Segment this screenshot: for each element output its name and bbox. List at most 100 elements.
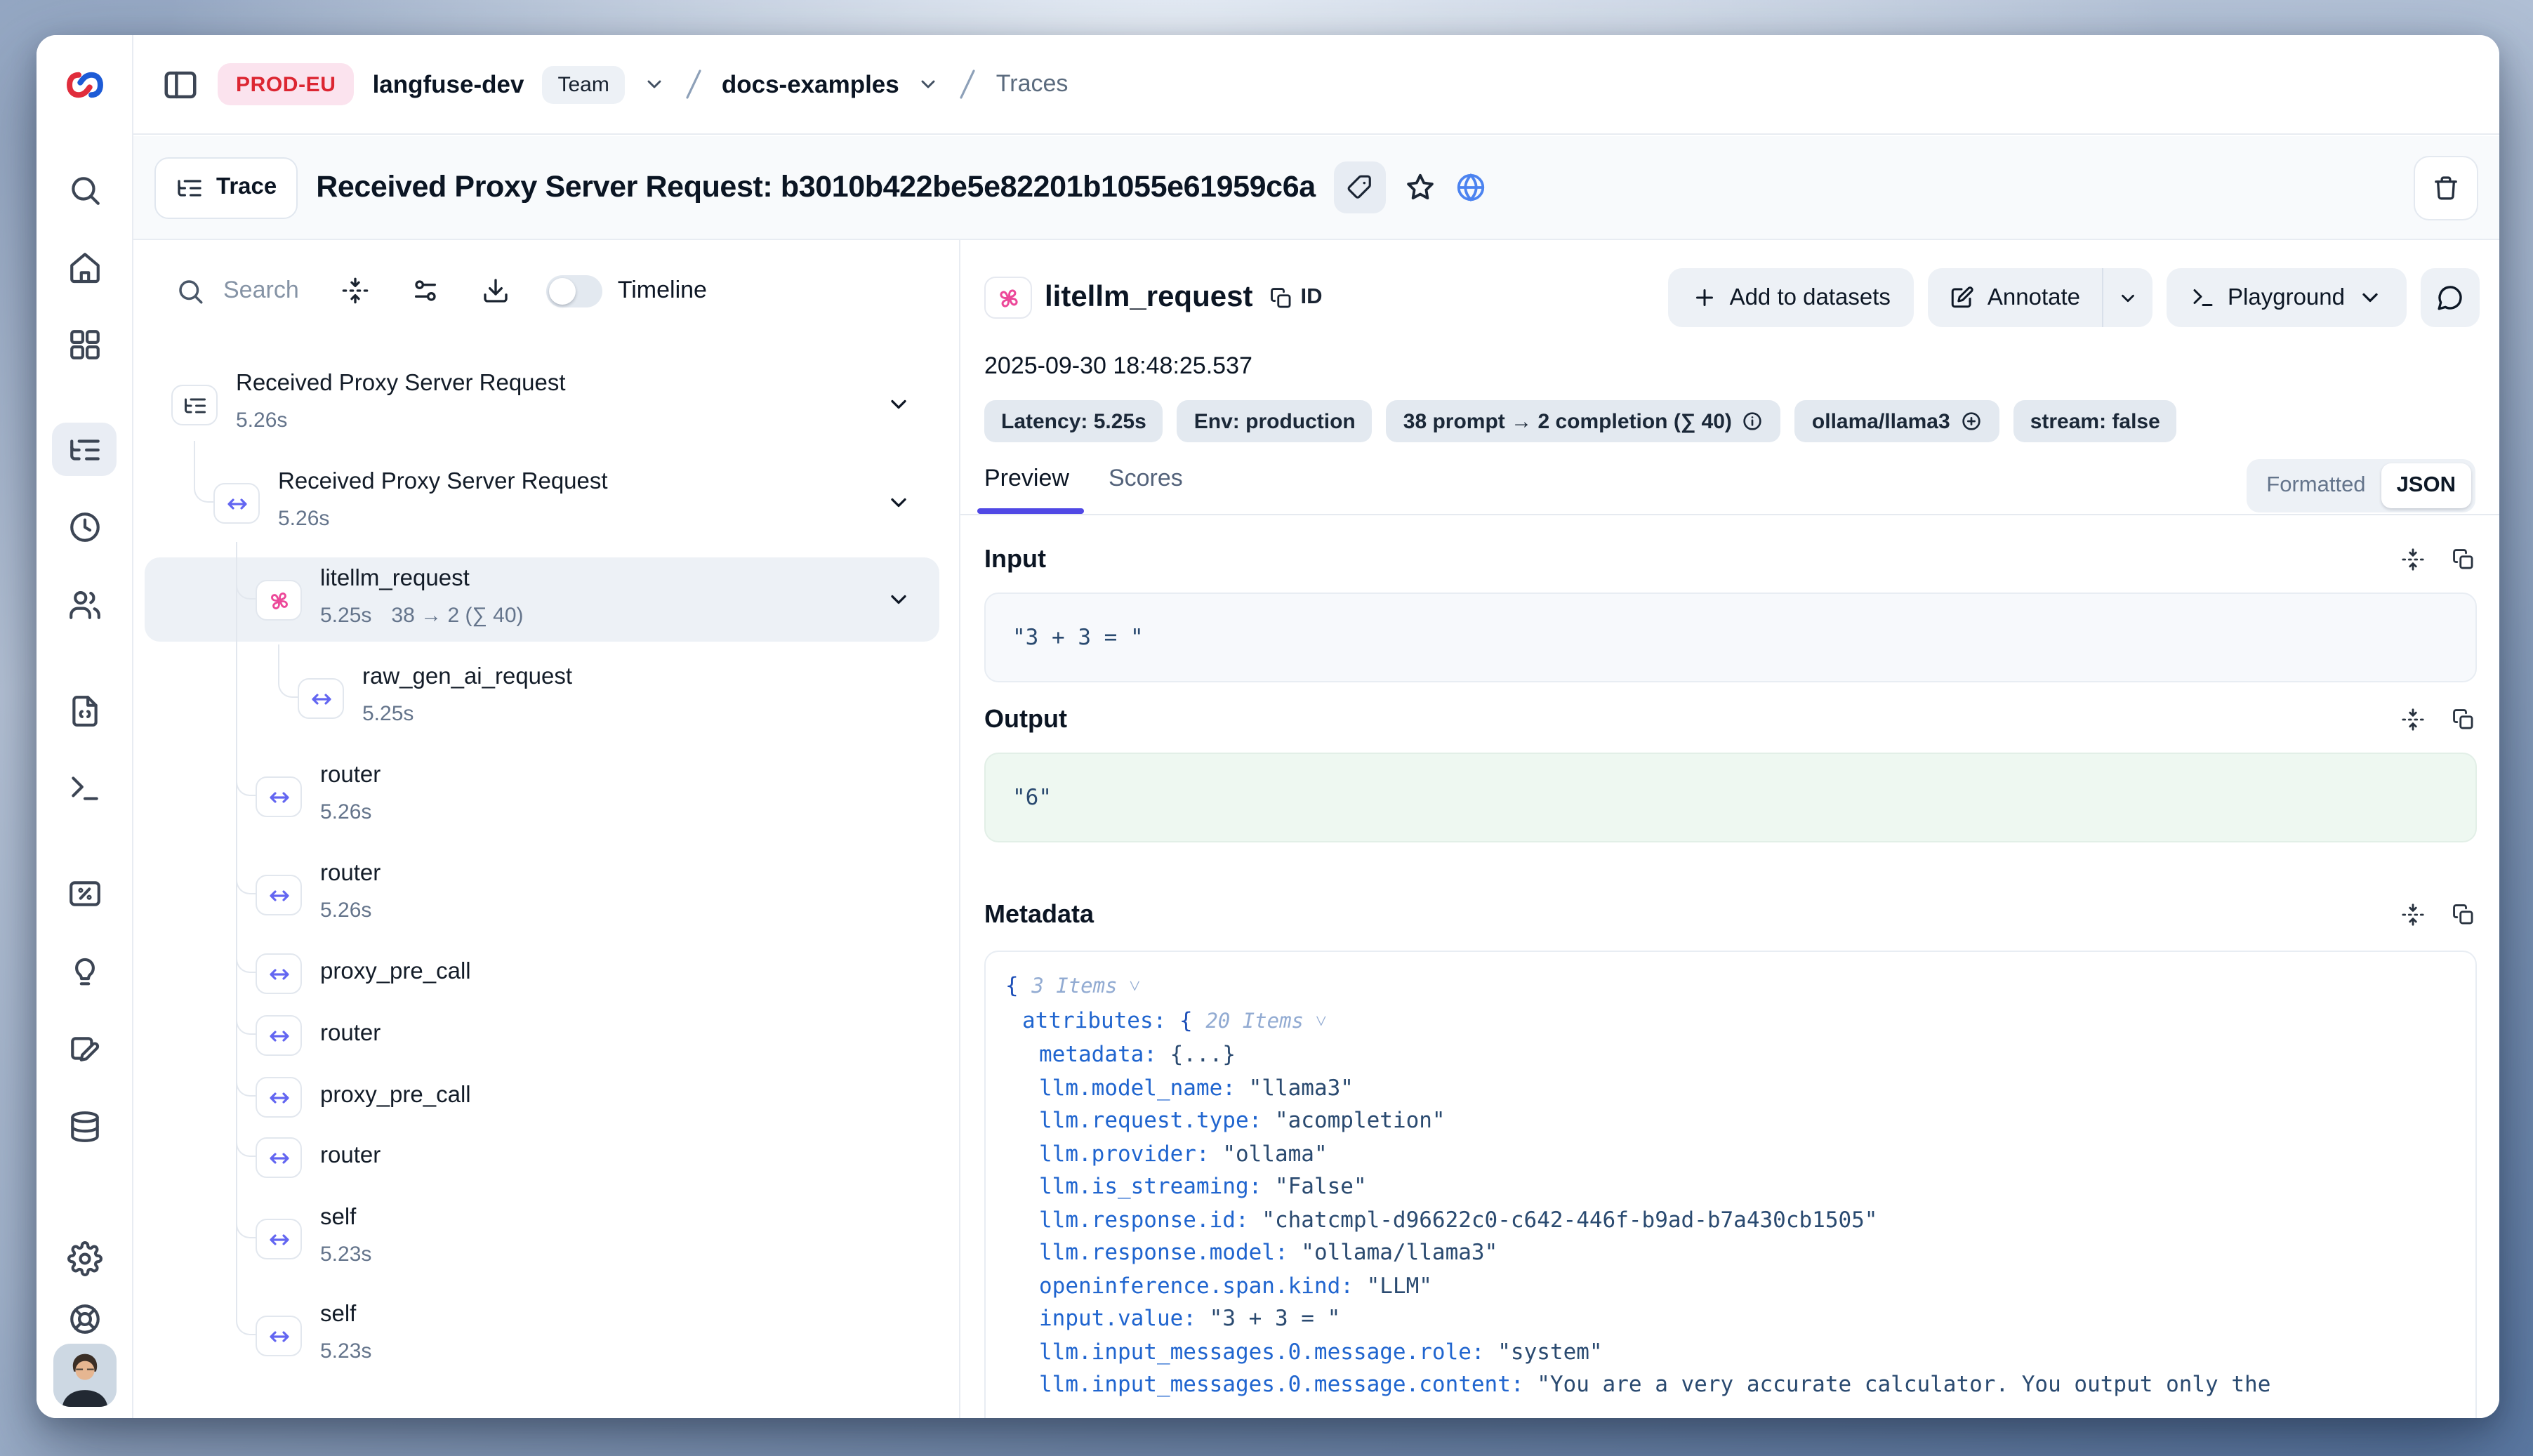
clock-icon <box>67 509 102 544</box>
sidebar-item-file-code[interactable] <box>52 684 117 737</box>
file-code-icon <box>67 693 102 728</box>
sidebar-item-home[interactable] <box>52 240 117 293</box>
copy-icon[interactable] <box>2452 902 2475 926</box>
span-icon <box>256 1077 302 1118</box>
json-line: openinference.span.kind: "LLM" <box>1005 1270 2456 1303</box>
metadata-json-viewer: { 3 Items ˅attributes: { 20 Items ˅metad… <box>984 951 2477 1418</box>
sidebar-item-users[interactable] <box>52 577 117 630</box>
lightbulb-icon <box>67 953 102 988</box>
span-icon <box>256 1316 302 1356</box>
json-line: attributes: { 20 Items ˅ <box>1005 1005 2456 1039</box>
sidebar-item-layout-grid[interactable] <box>52 317 117 371</box>
tags-button[interactable] <box>1334 161 1386 213</box>
span-icon <box>256 875 302 915</box>
tree-node-duration: 5.26s <box>278 507 329 531</box>
org-type-badge: Team <box>542 65 624 103</box>
fold-vertical-icon[interactable] <box>2401 707 2425 731</box>
tree-node-duration: 5.23s <box>320 1243 371 1266</box>
chevron-down-icon[interactable] <box>886 392 911 417</box>
sidebar-item-life-buoy[interactable] <box>52 1292 117 1345</box>
annotate-button[interactable]: Annotate <box>1929 268 2101 327</box>
copy-id-button[interactable]: ID <box>1269 285 1322 310</box>
output-section-header: Output <box>984 701 2475 737</box>
sidebar-toggle-icon[interactable] <box>161 65 199 103</box>
span-icon <box>256 1015 302 1056</box>
globe-icon[interactable] <box>1455 171 1487 204</box>
metric-chip[interactable]: ollama/llama3 <box>1795 400 1999 442</box>
span-icon <box>266 1145 291 1170</box>
annotate-dropdown-button[interactable] <box>2103 268 2152 327</box>
terminal-icon <box>67 770 102 805</box>
copy-icon[interactable] <box>2452 707 2475 731</box>
collapse-node-icon[interactable]: ˅ <box>1304 1010 1327 1033</box>
detail-header: litellm_request ID Add to datasets <box>984 267 2480 329</box>
tree-node-label: litellm_request <box>320 566 470 593</box>
generation-icon <box>256 580 302 621</box>
delete-trace-button[interactable] <box>2414 155 2478 220</box>
tree-node-label: raw_gen_ai_request <box>362 664 572 691</box>
chevron-down-icon <box>2117 287 2138 308</box>
chevron-down-icon[interactable] <box>886 490 911 515</box>
tree-node-duration: 5.25s <box>362 702 414 726</box>
chevron-down-icon[interactable] <box>643 73 666 95</box>
tab-scores[interactable]: Scores <box>1109 465 1183 493</box>
star-icon[interactable] <box>1404 171 1436 204</box>
environment-badge[interactable]: PROD-EU <box>218 63 355 105</box>
span-icon <box>266 1085 291 1110</box>
tree-node-duration: 5.26s <box>320 800 371 824</box>
span-icon <box>266 1323 291 1349</box>
sidebar-item-search[interactable] <box>52 163 117 216</box>
tree-node-label: router <box>320 861 381 887</box>
chevron-down-icon[interactable] <box>886 587 911 612</box>
json-line: llm.input_messages.0.message.role: "syst… <box>1005 1336 2456 1369</box>
tree-node-label: router <box>320 1021 381 1047</box>
breadcrumb-org[interactable]: langfuse-dev <box>373 70 524 99</box>
sidebar-item-lightbulb[interactable] <box>52 944 117 997</box>
playground-button[interactable]: Playground <box>2166 268 2407 327</box>
sidebar-item-database[interactable] <box>52 1099 117 1153</box>
tree-connector-line <box>278 644 298 698</box>
span-icon <box>266 961 291 986</box>
sidebar-item-settings-gear[interactable] <box>52 1231 117 1285</box>
format-option-json[interactable]: JSON <box>2381 463 2471 508</box>
json-line: llm.provider: "ollama" <box>1005 1138 2456 1171</box>
span-icon <box>308 686 333 711</box>
sidebar-item-list-tree[interactable] <box>52 423 117 476</box>
observation-timestamp: 2025-09-30 18:48:25.537 <box>984 352 1252 380</box>
comments-button[interactable] <box>2421 268 2480 327</box>
chevron-down-icon[interactable] <box>918 73 940 95</box>
trace-title: Received Proxy Server Request: b3010b422… <box>316 170 1315 205</box>
collapse-node-icon[interactable]: ˅ <box>1118 976 1141 998</box>
sidebar-item-clipboard-pen[interactable] <box>52 1022 117 1076</box>
metric-chip: Env: production <box>1177 400 1373 442</box>
breadcrumb-separator <box>958 66 978 102</box>
list-tree-icon <box>171 385 218 425</box>
span-icon <box>266 1023 291 1048</box>
copy-icon[interactable] <box>2452 547 2475 571</box>
sidebar-item-terminal[interactable] <box>52 761 117 814</box>
sidebar-item-clock[interactable] <box>52 500 117 553</box>
span-icon <box>266 1226 291 1252</box>
observation-meta-chips: Latency: 5.25sEnv: production38 prompt →… <box>984 400 2177 442</box>
metric-chip[interactable]: 38 prompt → 2 completion (∑ 40) <box>1387 400 1781 442</box>
input-section-header: Input <box>984 541 2475 577</box>
breadcrumb-page[interactable]: Traces <box>996 70 1069 98</box>
tab-preview[interactable]: Preview <box>984 465 1069 493</box>
json-line: llm.request.type: "acompletion" <box>1005 1105 2456 1138</box>
span-icon <box>266 882 291 908</box>
output-value: "6" <box>984 753 2477 842</box>
copy-icon <box>1269 286 1293 310</box>
sidebar-item-percent-card[interactable] <box>52 866 117 920</box>
span-icon <box>266 784 291 809</box>
generation-icon <box>266 588 291 613</box>
user-avatar[interactable] <box>53 1344 117 1407</box>
trace-title-bar: Trace Received Proxy Server Request: b30… <box>133 136 2499 240</box>
tree-connector-line <box>194 441 213 503</box>
breadcrumb-project[interactable]: docs-examples <box>722 70 899 99</box>
list-tree-icon <box>67 432 102 467</box>
tree-node-duration: 5.25s38 → 2 (∑ 40) <box>320 604 524 628</box>
format-option-formatted[interactable]: Formatted <box>2251 463 2381 508</box>
fold-vertical-icon[interactable] <box>2401 902 2425 926</box>
add-to-datasets-button[interactable]: Add to datasets <box>1668 268 1914 327</box>
fold-vertical-icon[interactable] <box>2401 547 2425 571</box>
